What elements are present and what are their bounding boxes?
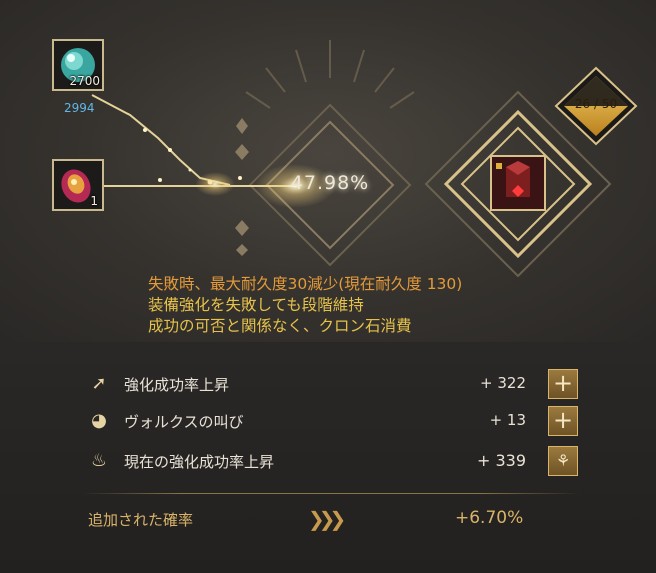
add-valks-button[interactable]: + [548,406,578,436]
divider [82,493,580,494]
chevron-right-icon: ❯❯❯ [308,507,346,531]
material-slot-blackstone[interactable]: 2700 [52,39,104,91]
material-count: 2700 [69,74,100,88]
stat-label: ヴォルクスの叫び [124,413,244,431]
level-keep-note: 装備強化を失敗しても段階維持 [148,296,364,314]
stat-label: 現在の強化成功率上昇 [124,453,275,471]
stat-row-success-rate: ➚ 強化成功率上昇 + 322 + [88,369,578,399]
add-failstack-button[interactable]: + [548,369,578,399]
flame-icon: ♨ [90,450,108,471]
arrow-up-icon: ➚ [91,373,107,394]
material-count: 1 [90,194,98,208]
stat-row-current-rate: ♨ 現在の強化成功率上昇 + 339 ⚘ [88,446,578,476]
stat-row-valks-cry: ◕ ヴォルクスの叫び + 13 + [88,406,578,436]
material-slot-cron-stone[interactable]: 1 [52,159,104,211]
stat-label: 強化成功率上昇 [124,376,230,394]
target-item-slot[interactable] [490,155,546,211]
stat-value: + 339 [476,451,526,470]
added-rate-label: 追加された確率 [88,511,194,529]
added-rate-value: +6.70% [455,508,524,528]
cron-consume-note: 成功の可否と関係なく、クロン石消費 [148,317,412,335]
stat-value: + 322 [480,374,526,392]
stat-value: + 13 [489,411,526,429]
failstack-detail-button[interactable]: ⚘ [548,446,578,476]
valks-cry-icon: ◕ [91,410,107,431]
durability-warning: 失敗時、最大耐久度30減少(現在耐久度 130) [148,275,463,293]
owned-count: 2994 [64,101,95,115]
enhance-warning: 失敗時、最大耐久度30減少(現在耐久度 130) 装備強化を失敗しても段階維持 … [148,274,462,337]
enhance-progress: 26 / 50 [574,97,618,111]
success-rate: 47.98% [290,172,370,194]
armor-icon [496,161,530,197]
